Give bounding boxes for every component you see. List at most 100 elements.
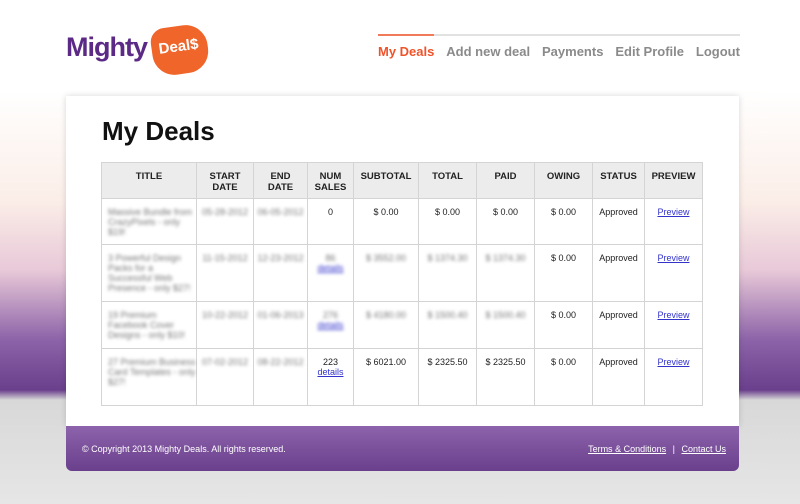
footer: © Copyright 2013 Mighty Deals. All right… xyxy=(66,426,739,471)
column-header: TOTAL xyxy=(418,162,477,199)
cell-start: 05-28-2012 xyxy=(196,198,254,245)
link-separator: | xyxy=(672,444,675,454)
sales-text: 86 xyxy=(325,253,336,263)
nav-payments[interactable]: Payments xyxy=(542,44,603,59)
cell-end: 01-06-2013 xyxy=(253,301,308,349)
start-text: 05-28-2012 xyxy=(201,207,249,217)
owing-text: $ 0.00 xyxy=(550,207,577,217)
title-text: Massive Bundle from CrazyPixels - only $… xyxy=(108,207,193,237)
cell-preview: Preview xyxy=(644,301,703,349)
cell-sales: 86 details xyxy=(307,244,354,302)
cell-start: 10-22-2012 xyxy=(196,301,254,349)
subtotal-text: $ 4180.00 xyxy=(365,310,407,320)
cell-subtotal: $ 3552.00 xyxy=(353,244,419,302)
cell-title: 19 Premium Facebook Cover Designs - only… xyxy=(101,301,197,349)
start-text: 10-22-2012 xyxy=(201,310,249,320)
paid-text: $ 1500.40 xyxy=(485,310,526,320)
owing-text: $ 0.00 xyxy=(550,253,577,263)
nav-logout[interactable]: Logout xyxy=(696,44,740,59)
cell-paid: $ 0.00 xyxy=(476,198,535,245)
main-nav: My Deals Add new deal Payments Edit Prof… xyxy=(378,34,740,59)
cell-status: Approved xyxy=(592,198,645,245)
preview-link[interactable]: Preview xyxy=(657,253,689,263)
logo[interactable]: Mighty Deal$ xyxy=(66,14,216,78)
cell-total: $ 1500.40 xyxy=(418,301,477,349)
column-header: STATUS xyxy=(592,162,645,199)
paid-text: $ 0.00 xyxy=(492,207,519,217)
cell-owing: $ 0.00 xyxy=(534,301,593,349)
start-text: 07-02-2012 xyxy=(201,357,249,367)
title-text: 3 Powerful Design Packs for a Successful… xyxy=(108,253,191,293)
cell-status: Approved xyxy=(592,301,645,349)
total-text: $ 1500.40 xyxy=(427,310,468,320)
details-link[interactable]: details xyxy=(317,320,343,330)
cell-status: Approved xyxy=(592,244,645,302)
cell-end: 08-22-2012 xyxy=(253,348,308,406)
title-text: 27 Premium Business Card Templates - onl… xyxy=(108,357,196,387)
cell-title: 27 Premium Business Card Templates - onl… xyxy=(101,348,197,406)
terms-link[interactable]: Terms & Conditions xyxy=(588,444,666,454)
contact-link[interactable]: Contact Us xyxy=(681,444,726,454)
logo-word: Mighty xyxy=(66,32,148,62)
start-text: 11-15-2012 xyxy=(202,253,248,263)
details-link[interactable]: details xyxy=(317,263,343,273)
paid-text: $ 2325.50 xyxy=(485,357,526,367)
cell-total: $ 2325.50 xyxy=(418,348,477,406)
cell-title: 3 Powerful Design Packs for a Successful… xyxy=(101,244,197,302)
owing-text: $ 0.00 xyxy=(550,310,577,320)
deals-table: TITLE START DATE END DATE NUM SALES SUBTOTAL… xyxy=(101,162,703,406)
cell-subtotal: $ 6021.00 xyxy=(353,348,419,406)
column-header: SUBTOTAL xyxy=(353,162,419,199)
status-text: Approved xyxy=(599,207,638,217)
cell-sales: 223 details xyxy=(307,348,354,406)
cell-preview: Preview xyxy=(644,198,703,245)
copyright: © Copyright 2013 Mighty Deals. All right… xyxy=(82,444,286,454)
paid-text: $ 1374.30 xyxy=(485,253,526,263)
cell-start: 11-15-2012 xyxy=(196,244,254,302)
column-header: PREVIEW xyxy=(644,162,703,199)
subtotal-text: $ 3552.00 xyxy=(365,253,407,263)
nav-edit-profile[interactable]: Edit Profile xyxy=(615,44,684,59)
title-text: 19 Premium Facebook Cover Designs - only… xyxy=(108,310,186,340)
page-title: My Deals xyxy=(102,116,215,146)
cell-owing: $ 0.00 xyxy=(534,348,593,406)
column-header: TITLE xyxy=(101,162,197,199)
owing-text: $ 0.00 xyxy=(550,357,577,367)
preview-link[interactable]: Preview xyxy=(657,357,689,367)
end-text: 01-06-2013 xyxy=(257,310,304,320)
cell-title: Massive Bundle from CrazyPixels - only $… xyxy=(101,198,197,245)
preview-link[interactable]: Preview xyxy=(657,310,689,320)
details-link[interactable]: details xyxy=(317,367,343,377)
total-text: $ 2325.50 xyxy=(427,357,468,367)
cell-paid: $ 1374.30 xyxy=(476,244,535,302)
table-row: 19 Premium Facebook Cover Designs - only… xyxy=(101,301,703,349)
column-header: START DATE xyxy=(196,162,254,199)
preview-link[interactable]: Preview xyxy=(657,207,689,217)
end-text: 08-22-2012 xyxy=(257,357,304,367)
cell-paid: $ 2325.50 xyxy=(476,348,535,406)
nav-my-deals[interactable]: My Deals xyxy=(378,34,435,59)
table-row: Massive Bundle from CrazyPixels - only $… xyxy=(101,198,703,245)
cell-preview: Preview xyxy=(644,348,703,406)
table-row: 3 Powerful Design Packs for a Successful… xyxy=(101,244,703,302)
cell-sales: 0 xyxy=(307,198,354,245)
cell-status: Approved xyxy=(592,348,645,406)
cell-end: 12-23-2012 xyxy=(253,244,308,302)
nav-add-new-deal[interactable]: Add new deal xyxy=(446,44,530,59)
cell-end: 06-05-2012 xyxy=(253,198,308,245)
cell-start: 07-02-2012 xyxy=(196,348,254,406)
end-text: 12-23-2012 xyxy=(257,253,304,263)
cell-total: $ 0.00 xyxy=(418,198,477,245)
cell-sales: 276 details xyxy=(307,301,354,349)
total-text: $ 0.00 xyxy=(434,207,461,217)
column-header: OWING xyxy=(534,162,593,199)
sales-text: 0 xyxy=(327,207,333,217)
cell-total: $ 1374.30 xyxy=(418,244,477,302)
status-text: Approved xyxy=(599,357,638,367)
cell-owing: $ 0.00 xyxy=(534,198,593,245)
status-text: Approved xyxy=(599,253,638,263)
table-row: 27 Premium Business Card Templates - onl… xyxy=(101,348,703,406)
sales-text: 276 xyxy=(322,310,339,320)
cell-paid: $ 1500.40 xyxy=(476,301,535,349)
content-card: My Deals TITLE START DATE END DATE NUM SALE… xyxy=(66,96,739,426)
